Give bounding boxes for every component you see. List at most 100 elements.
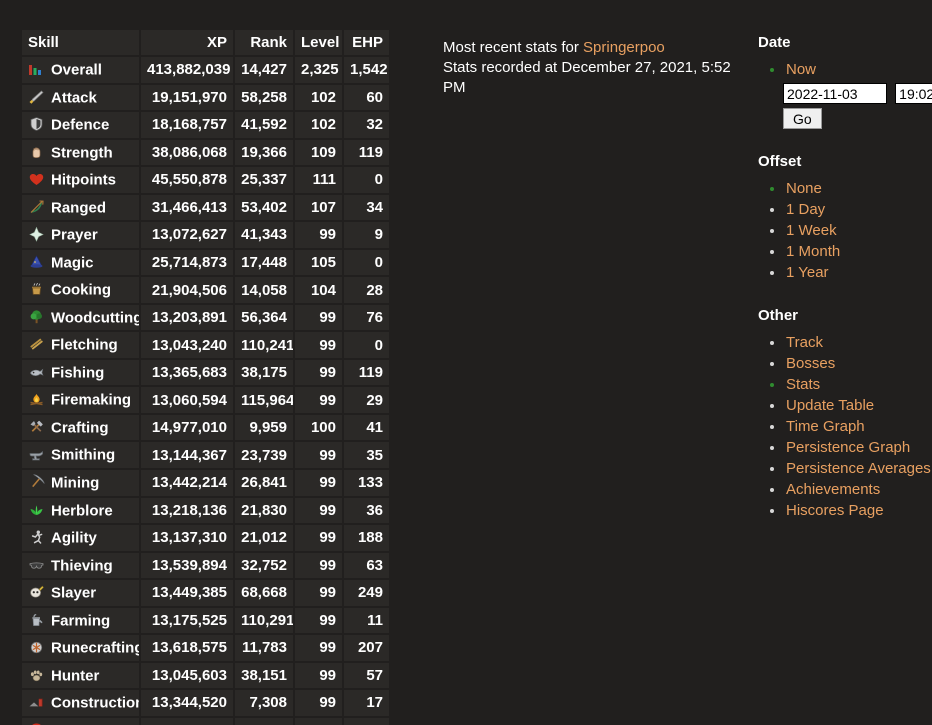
- other-item-link[interactable]: Update Table: [786, 397, 874, 414]
- runecrafting-icon: [28, 639, 45, 655]
- skill-name: Slayer: [51, 584, 97, 602]
- cell-skill[interactable]: Herblore: [22, 497, 139, 524]
- other-item-time-graph[interactable]: Time Graph: [770, 416, 932, 437]
- cell-skill[interactable]: Thieving: [22, 552, 139, 579]
- cell-level: 102: [295, 112, 342, 138]
- cell-skill[interactable]: Overall: [22, 57, 139, 83]
- other-item-link[interactable]: Bosses: [786, 355, 835, 372]
- cell-skill[interactable]: Woodcutting: [22, 304, 139, 331]
- offset-item-link[interactable]: 1 Week: [786, 222, 837, 239]
- offset-item-link[interactable]: 1 Month: [786, 243, 840, 260]
- cell-skill[interactable]: Prayer: [22, 222, 139, 248]
- other-item-link[interactable]: Time Graph: [786, 418, 865, 435]
- cell-skill[interactable]: Farming: [22, 607, 139, 634]
- table-row: Thieving 13,539,894 32,752 99 63: [22, 552, 389, 579]
- skill-name: Prayer: [51, 226, 98, 244]
- cell-ehp: 76: [344, 304, 389, 331]
- thieving-icon: [28, 557, 45, 573]
- other-item-update-table[interactable]: Update Table: [770, 395, 932, 416]
- offset-item-1-year[interactable]: 1 Year: [770, 262, 932, 283]
- table-row: Prayer 13,072,627 41,343 99 9: [22, 222, 389, 248]
- cell-skill[interactable]: EHP: [22, 717, 139, 725]
- offset-item-1-month[interactable]: 1 Month: [770, 241, 932, 262]
- cell-skill[interactable]: Smithing: [22, 442, 139, 468]
- date-fields: Go: [783, 83, 932, 129]
- cell-xp: 13,144,367: [141, 442, 233, 468]
- cell-skill[interactable]: Defence: [22, 112, 139, 138]
- cell-skill[interactable]: Fletching: [22, 332, 139, 358]
- cell-level: 105: [295, 249, 342, 276]
- column-header-skill[interactable]: Skill: [22, 30, 139, 55]
- cell-skill[interactable]: Attack: [22, 84, 139, 111]
- cell-rank: 115,964: [235, 387, 293, 413]
- cell-level: 99: [295, 304, 342, 331]
- cell-ehp: 207: [344, 635, 389, 661]
- cell-skill[interactable]: Slayer: [22, 580, 139, 606]
- sidebar: Date Now Go Offset None 1 Day 1 Week 1 Mont…: [758, 34, 932, 545]
- column-header-xp[interactable]: XP: [141, 30, 233, 55]
- other-item-bosses[interactable]: Bosses: [770, 353, 932, 374]
- other-item-persistence-averages[interactable]: Persistence Averages: [770, 458, 932, 479]
- sidebar-section-other: Other Track Bosses Stats Update Table Time G…: [758, 307, 932, 521]
- cell-rank: 23,739: [235, 442, 293, 468]
- offset-item-link[interactable]: 1 Day: [786, 201, 825, 218]
- go-button[interactable]: Go: [783, 108, 822, 129]
- other-item-link[interactable]: Achievements: [786, 481, 880, 498]
- other-item-link[interactable]: Hiscores Page: [786, 502, 884, 519]
- cell-skill[interactable]: Agility: [22, 525, 139, 551]
- other-item-achievements[interactable]: Achievements: [770, 479, 932, 500]
- other-item-link[interactable]: Persistence Graph: [786, 439, 910, 456]
- cell-skill[interactable]: Cooking: [22, 277, 139, 303]
- sidebar-item-now[interactable]: Now: [770, 59, 932, 80]
- other-item-link[interactable]: Track: [786, 334, 823, 351]
- skill-name: Fletching: [51, 336, 118, 354]
- cell-ehp: 9: [344, 222, 389, 248]
- table-row: Ranged 31,466,413 53,402 107 34: [22, 194, 389, 221]
- cell-skill[interactable]: Fishing: [22, 359, 139, 386]
- cell-skill[interactable]: Firemaking: [22, 387, 139, 413]
- cell-xp: 13,137,310: [141, 525, 233, 551]
- cell-xp: 13,045,603: [141, 662, 233, 689]
- other-item-hiscores-page[interactable]: Hiscores Page: [770, 500, 932, 521]
- offset-item-link[interactable]: None: [786, 180, 822, 197]
- date-input[interactable]: [783, 83, 887, 104]
- cell-xp: 45,550,878: [141, 167, 233, 193]
- table-row: Agility 13,137,310 21,012 99 188: [22, 525, 389, 551]
- cell-skill[interactable]: Mining: [22, 469, 139, 496]
- offset-item-link[interactable]: 1 Year: [786, 264, 829, 281]
- other-item-link[interactable]: Stats: [786, 376, 820, 393]
- cell-level: 99: [295, 552, 342, 579]
- cell-rank: 53,402: [235, 194, 293, 221]
- cell-skill[interactable]: Hitpoints: [22, 167, 139, 193]
- cell-ehp: 119: [344, 139, 389, 166]
- cell-skill[interactable]: Runecrafting: [22, 635, 139, 661]
- date-list: Now: [758, 59, 932, 80]
- column-header-rank[interactable]: Rank: [235, 30, 293, 55]
- other-item-stats[interactable]: Stats: [770, 374, 932, 395]
- other-item-persistence-graph[interactable]: Persistence Graph: [770, 437, 932, 458]
- cell-skill[interactable]: Hunter: [22, 662, 139, 689]
- username-link[interactable]: Springerpoo: [583, 39, 665, 56]
- time-input[interactable]: [895, 83, 932, 104]
- now-link[interactable]: Now: [786, 61, 816, 78]
- offset-item-1-day[interactable]: 1 Day: [770, 199, 932, 220]
- other-item-track[interactable]: Track: [770, 332, 932, 353]
- table-row: Firemaking 13,060,594 115,964 99 29: [22, 387, 389, 413]
- cell-ehp: 188: [344, 525, 389, 551]
- cell-skill[interactable]: Strength: [22, 139, 139, 166]
- other-item-link[interactable]: Persistence Averages: [786, 460, 931, 477]
- cell-xp: 13,344,520: [141, 690, 233, 716]
- column-header-level[interactable]: Level: [295, 30, 342, 55]
- column-header-ehp[interactable]: EHP: [344, 30, 389, 55]
- cell-xp: 25,714,873: [141, 249, 233, 276]
- offset-item-none[interactable]: None: [770, 178, 932, 199]
- cell-ehp: 28: [344, 277, 389, 303]
- cell-skill[interactable]: Construction: [22, 690, 139, 716]
- herblore-icon: [28, 502, 45, 518]
- offset-item-1-week[interactable]: 1 Week: [770, 220, 932, 241]
- cell-skill[interactable]: Magic: [22, 249, 139, 276]
- smithing-icon: [28, 446, 45, 462]
- cell-skill[interactable]: Ranged: [22, 194, 139, 221]
- cell-skill[interactable]: Crafting: [22, 414, 139, 441]
- skill-name: Construction: [51, 694, 139, 712]
